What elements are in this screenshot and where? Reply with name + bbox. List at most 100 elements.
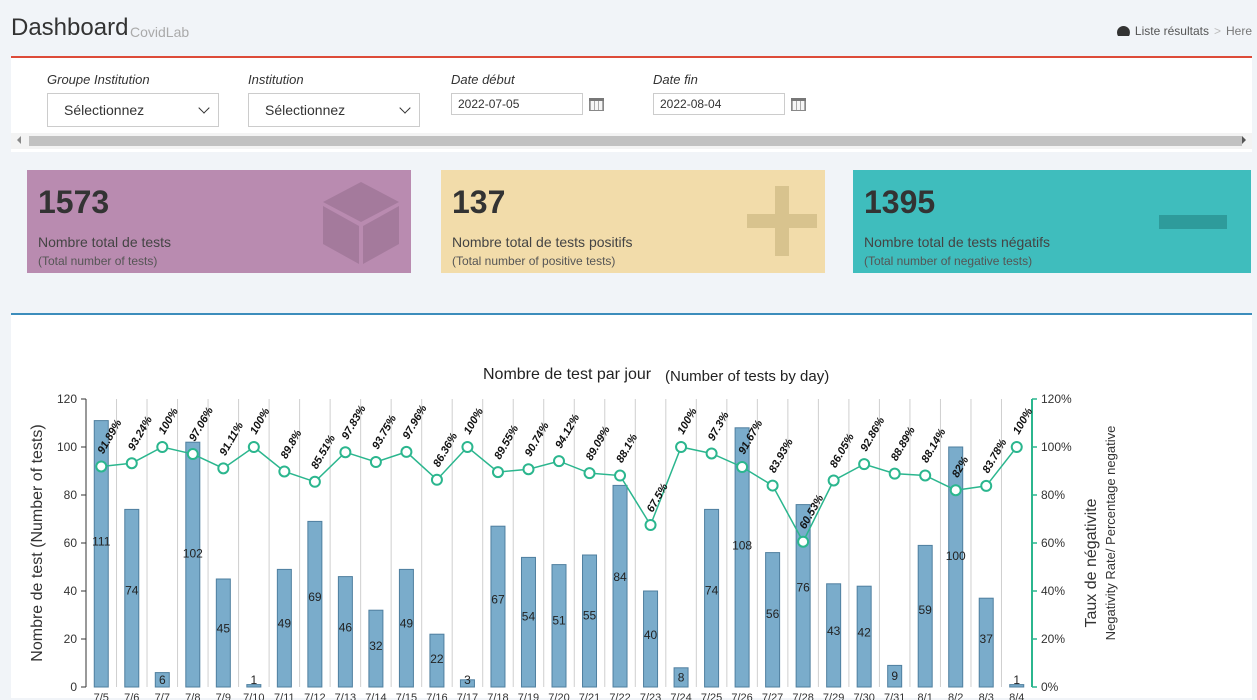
bar-value-label: 67 <box>491 593 505 607</box>
rate-point <box>583 467 596 480</box>
groupe-institution-select[interactable]: Sélectionnez <box>47 93 219 127</box>
scroll-left-icon[interactable] <box>17 136 21 144</box>
rate-point <box>400 445 413 458</box>
rate-point <box>705 447 718 460</box>
scroll-right-icon[interactable] <box>1242 136 1246 144</box>
rate-point <box>217 462 230 475</box>
bar-value-label: 46 <box>339 620 353 634</box>
x-tick-label: 7/30 <box>853 692 874 700</box>
tests-per-day-chart: Nombre de test par jour (Number of tests … <box>29 366 1118 700</box>
y-tick-label: 60 <box>64 536 78 550</box>
x-tick-label: 7/27 <box>762 692 783 700</box>
bar-value-label: 32 <box>369 639 383 653</box>
bar-value-label: 3 <box>464 673 471 687</box>
rate-point <box>644 519 657 531</box>
rate-label: 67.5% <box>645 481 671 514</box>
bar-value-label: 111 <box>92 534 111 548</box>
y-tick-label: 100 <box>57 440 77 454</box>
rate-point <box>125 457 138 470</box>
calendar-icon[interactable] <box>791 97 806 111</box>
institution-filter: Institution Sélectionnez <box>248 72 420 127</box>
bar-value-label: 9 <box>891 669 898 683</box>
x-tick-label: 7/28 <box>792 692 813 700</box>
x-tick-label: 7/23 <box>640 692 661 700</box>
bar-value-label: 102 <box>183 546 203 560</box>
date-debut-input[interactable]: 2022-07-05 <box>451 93 583 115</box>
bar <box>307 520 323 688</box>
x-tick-label: 7/12 <box>304 692 325 700</box>
rate-label: 83.78% <box>980 437 1009 475</box>
negative-tests-label: Nombre total de tests négatifs <box>864 234 1050 250</box>
rate-label: 85.51% <box>309 433 338 471</box>
y-tick-label: 40 <box>64 584 78 598</box>
x-tick-label: 7/20 <box>548 692 569 700</box>
x-tick-label: 7/6 <box>124 692 139 700</box>
y-axis-title: Nombre de test (Number of tests) <box>29 424 46 661</box>
x-tick-label: 7/8 <box>185 692 200 700</box>
date-fin-input[interactable]: 2022-08-04 <box>653 93 785 115</box>
rate-label: 89.55% <box>492 423 521 461</box>
rate-point <box>247 441 260 453</box>
y-tick-label: 80 <box>64 488 78 502</box>
groupe-institution-filter: Groupe Institution Sélectionnez <box>47 72 219 127</box>
institution-select[interactable]: Sélectionnez <box>248 93 420 127</box>
rate-label: 97.83% <box>340 403 369 441</box>
negative-tests-sublabel: (Total number of negative tests) <box>864 254 1033 268</box>
x-tick-label: 7/25 <box>701 692 722 700</box>
y-tick-label: 0 <box>70 680 77 694</box>
rate-point <box>1010 441 1023 453</box>
rate-label: 86.05% <box>828 431 857 469</box>
rate-point <box>369 456 382 468</box>
bar-value-label: 100 <box>946 549 966 563</box>
bar-value-label: 1 <box>250 673 257 687</box>
y2-axis-subtitle: Negativity Rate/ Percentage negative <box>1103 426 1118 641</box>
rate-point <box>827 474 840 487</box>
institution-value: Sélectionnez <box>265 102 346 118</box>
dashboard-icon <box>1117 26 1130 36</box>
total-tests-value: 1573 <box>38 184 110 220</box>
x-tick-label: 7/26 <box>731 692 752 700</box>
total-tests-box: 1573 Nombre total de tests (Total number… <box>27 170 411 273</box>
date-fin-filter: Date fin 2022-08-04 <box>653 72 806 115</box>
x-tick-label: 7/21 <box>579 692 600 700</box>
rate-label: 89.09% <box>584 424 613 462</box>
rate-point <box>919 469 932 482</box>
calendar-icon[interactable] <box>589 97 604 111</box>
bar-value-label: 74 <box>705 583 719 597</box>
positive-tests-box: 137 Nombre total de tests positifs (Tota… <box>441 170 825 273</box>
breadcrumb-results-link[interactable]: Liste résultats <box>1135 24 1209 38</box>
total-tests-label: Nombre total de tests <box>38 234 172 250</box>
bar-value-label: 59 <box>919 603 933 617</box>
scroll-thumb[interactable] <box>29 136 1242 146</box>
x-tick-label: 7/29 <box>823 692 844 700</box>
x-tick-label: 7/9 <box>216 692 231 700</box>
rate-point <box>339 446 352 459</box>
x-tick-label: 7/10 <box>243 692 264 700</box>
x-tick-label: 7/19 <box>518 692 539 700</box>
horizontal-scrollbar[interactable] <box>11 133 1252 149</box>
rate-label: 90.74% <box>523 420 552 458</box>
minus-icon <box>1159 215 1227 229</box>
x-tick-label: 7/31 <box>884 692 905 700</box>
bar-value-label: 74 <box>125 583 139 597</box>
y2-tick-label: 60% <box>1041 536 1065 550</box>
breadcrumb-separator: > <box>1213 24 1221 38</box>
rate-point <box>797 535 810 548</box>
x-tick-label: 7/22 <box>609 692 630 700</box>
y2-axis-title: Taux de négativite <box>1083 498 1100 627</box>
cube-icon <box>323 182 399 264</box>
x-tick-label: 7/13 <box>335 692 356 700</box>
bar-value-label: 40 <box>644 628 658 642</box>
date-debut-filter: Date début 2022-07-05 <box>451 72 604 115</box>
rate-point <box>156 441 169 453</box>
bar-value-label: 56 <box>766 607 780 621</box>
rate-label: 88.1% <box>614 432 640 465</box>
bar-value-label: 49 <box>278 616 292 630</box>
groupe-institution-value: Sélectionnez <box>64 102 145 118</box>
rate-label: 92.86% <box>858 415 887 453</box>
rate-point <box>308 475 321 488</box>
bar-value-label: 37 <box>980 632 994 646</box>
content-header: Dashboard CovidLab Liste résultats > Her… <box>0 0 1257 56</box>
x-tick-label: 7/16 <box>426 692 447 700</box>
bar-value-label: 49 <box>400 616 414 630</box>
